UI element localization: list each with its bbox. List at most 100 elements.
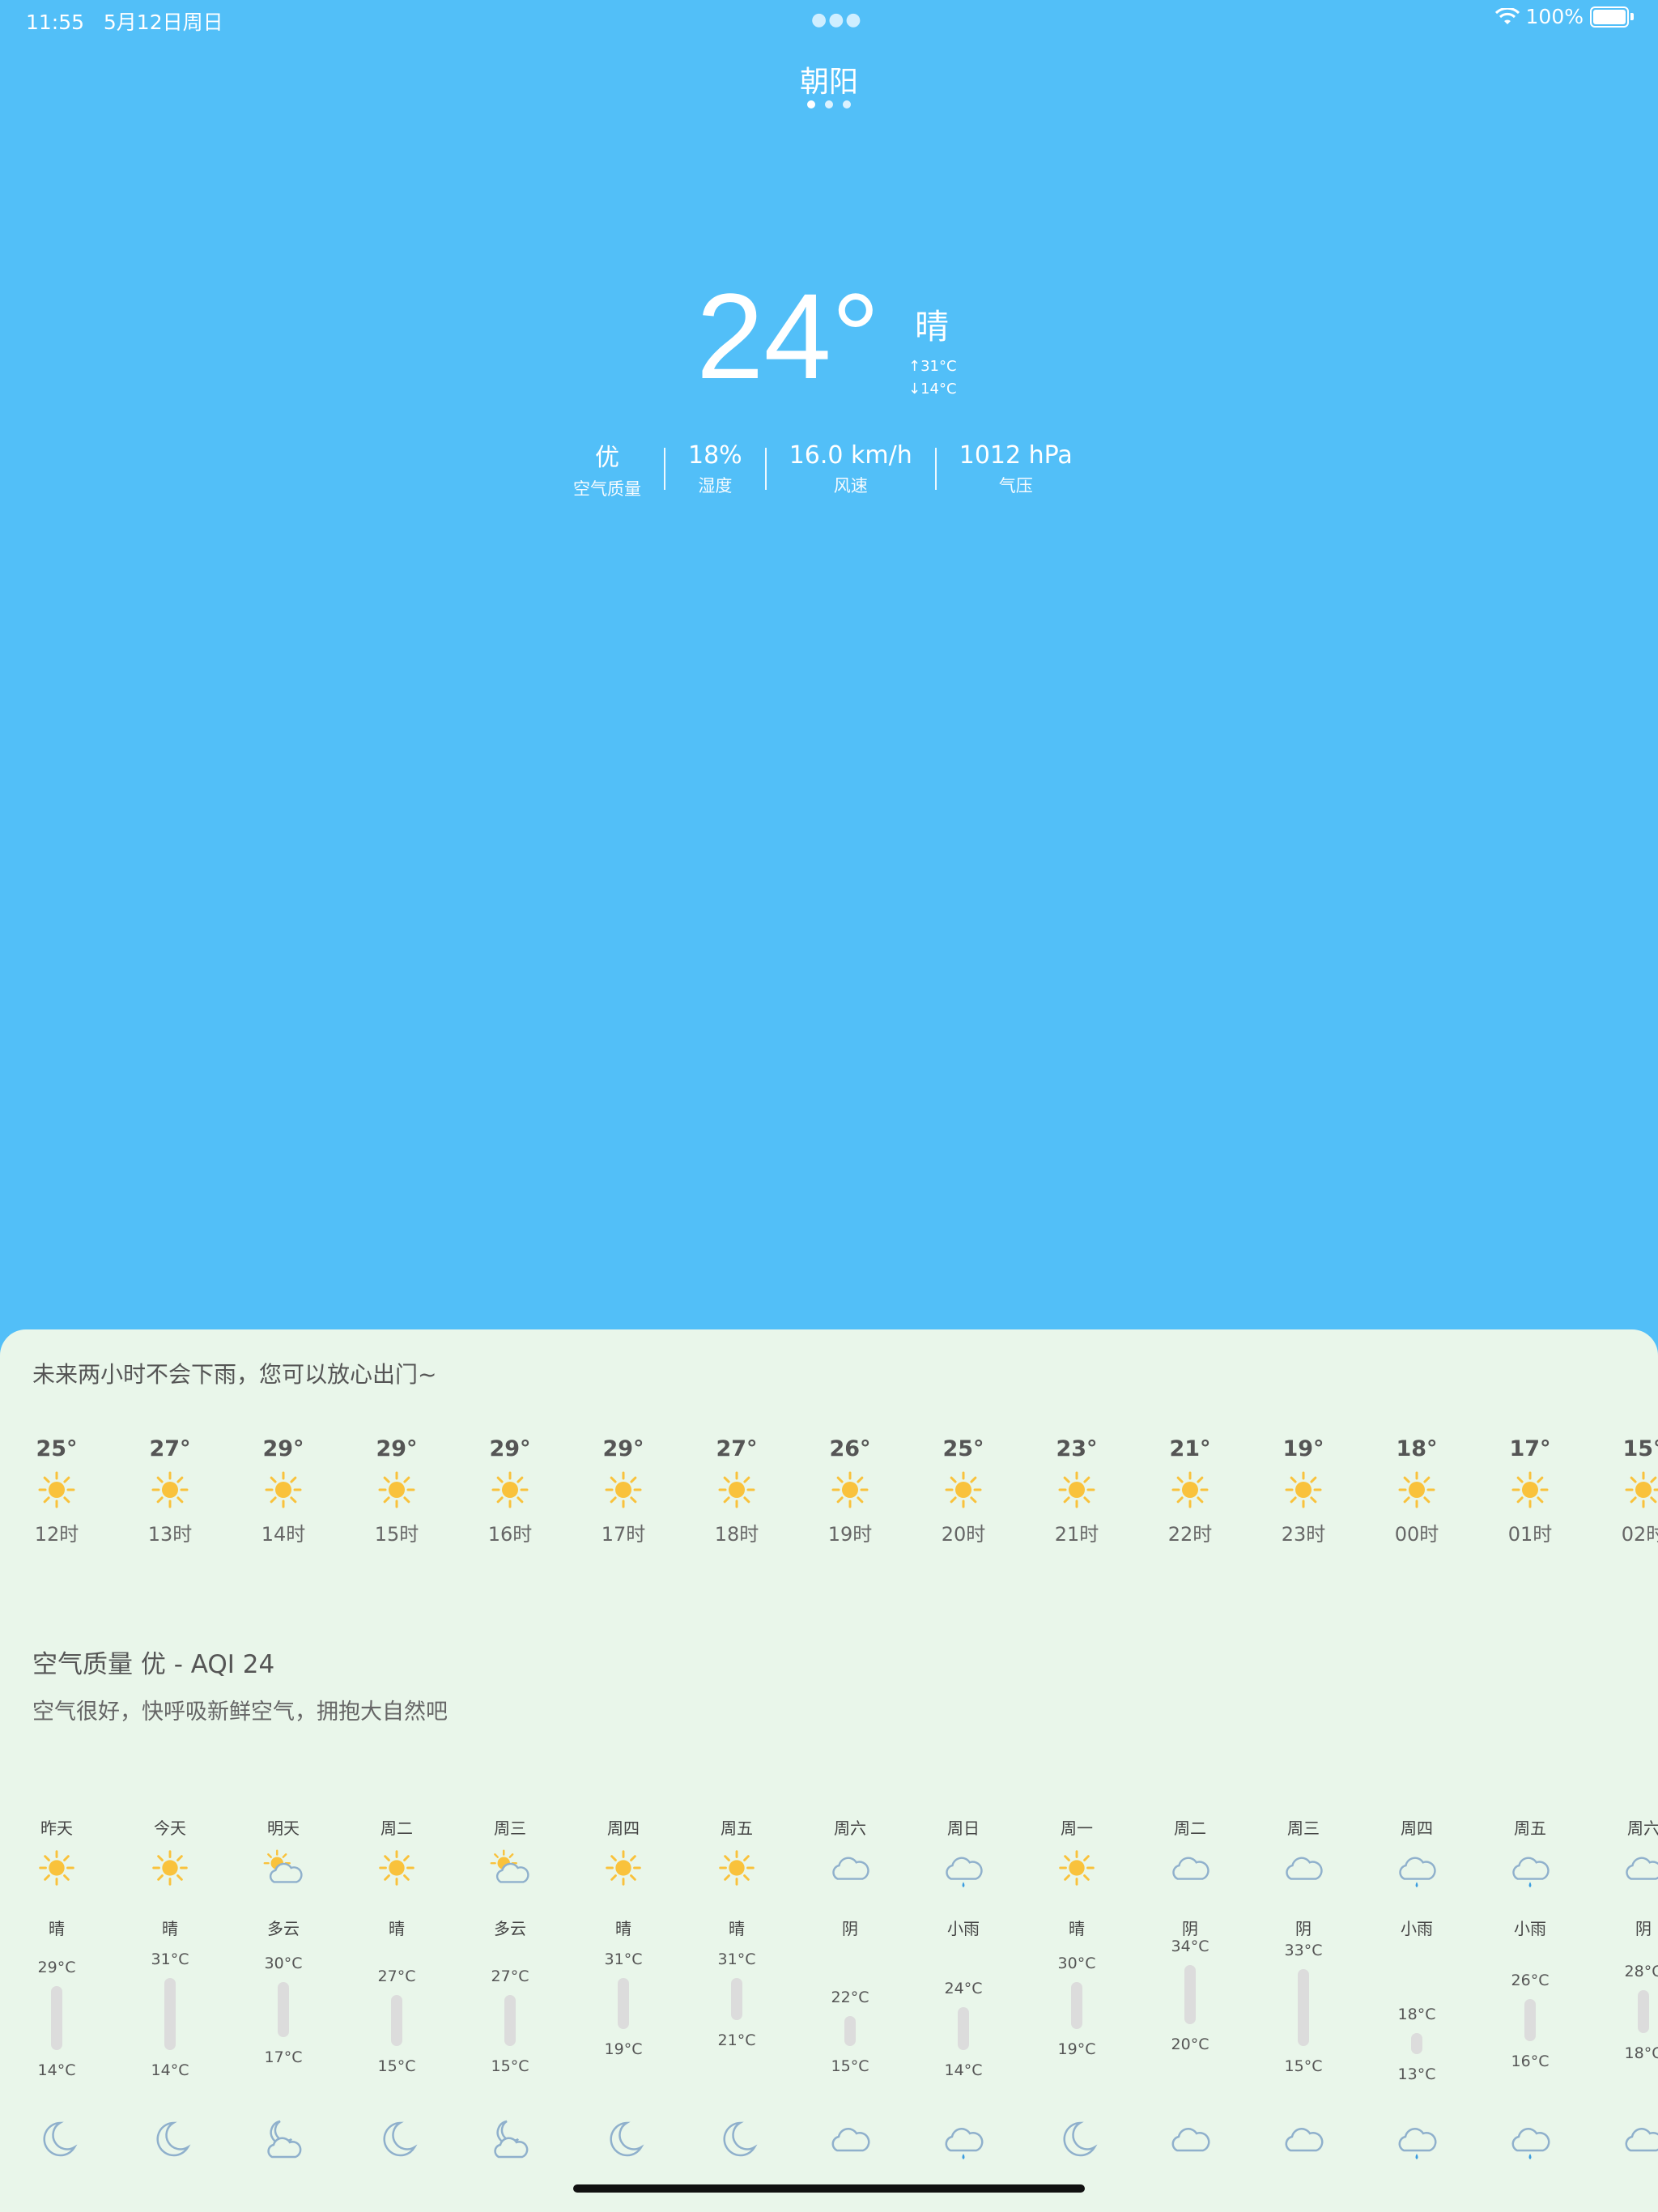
- day-name: 周日: [947, 1819, 980, 1838]
- divider: [934, 448, 937, 490]
- day-low: 19°C: [1057, 2040, 1096, 2058]
- moon-icon: [1036, 2115, 1117, 2163]
- day-condition: 多云: [267, 1919, 300, 1938]
- hourly-forecast[interactable]: 25° 12时 27° 13时 29° 14时 29° 15时 29° 16时 29° 1…: [0, 1436, 1658, 1566]
- moon-icon: [583, 2115, 664, 2163]
- sun-icon: [810, 1461, 891, 1518]
- page-dot[interactable]: [825, 100, 833, 108]
- sun-icon: [356, 1461, 437, 1518]
- page-dot[interactable]: [843, 100, 851, 108]
- daily-item: 周五 小雨 26°C 16°C: [1490, 1815, 1571, 2196]
- metric-humidity: 18% 湿度: [688, 440, 742, 496]
- day-high: 31°C: [604, 1950, 643, 1968]
- hourly-item: 17° 01时: [1490, 1436, 1571, 1546]
- hourly-item: 21° 22时: [1150, 1436, 1231, 1546]
- hourly-temp: 29°: [489, 1436, 531, 1461]
- city-title[interactable]: 朝阳: [0, 58, 1658, 100]
- page-dot[interactable]: [807, 100, 815, 108]
- sun-icon: [1603, 1461, 1658, 1518]
- sun-icon: [1376, 1461, 1457, 1518]
- daily-item: 昨天 晴 29°C 14°C: [16, 1815, 97, 2196]
- daily-item: 周四 晴 31°C 19°C: [583, 1815, 664, 2196]
- today-low: ↓14°C: [908, 381, 957, 398]
- day-low: 19°C: [604, 2040, 643, 2058]
- sun-icon: [16, 1844, 97, 1886]
- hourly-temp: 23°: [1056, 1436, 1098, 1461]
- day-low: 14°C: [37, 2061, 76, 2079]
- day-low: 15°C: [377, 2057, 416, 2075]
- forecast-panel[interactable]: 未来两小时不会下雨，您可以放心出门~ 25° 12时 27° 13时 29° 14时…: [0, 1329, 1658, 2212]
- hourly-item: 27° 18时: [696, 1436, 777, 1546]
- divider: [764, 448, 767, 490]
- cloud-icon: [1603, 2115, 1658, 2163]
- hourly-time: 17时: [601, 1523, 646, 1546]
- day-high: 27°C: [377, 1967, 416, 1985]
- hourly-time: 16时: [487, 1523, 533, 1546]
- hourly-time: 14时: [261, 1523, 306, 1546]
- day-low: 14°C: [944, 2061, 983, 2079]
- hourly-temp: 18°: [1396, 1436, 1438, 1461]
- day-condition: 小雨: [1401, 1919, 1433, 1938]
- temp-range-bar: [1524, 1998, 1536, 2042]
- day-low: 15°C: [831, 2057, 869, 2075]
- cloud-icon: [1603, 1844, 1658, 1885]
- moon-cloud-icon: [243, 2115, 324, 2163]
- temp-range-bar: [164, 1977, 176, 2050]
- moon-icon: [130, 2115, 210, 2163]
- rain-cloud-icon: [923, 1844, 1004, 1888]
- hourly-time: 18时: [714, 1523, 759, 1546]
- day-low: 21°C: [717, 2031, 756, 2050]
- rain-cloud-icon: [1376, 2115, 1457, 2163]
- hourly-temp: 27°: [716, 1436, 758, 1461]
- moon-cloud-icon: [470, 2115, 551, 2163]
- hourly-time: 02时: [1621, 1523, 1658, 1546]
- day-name: 周五: [721, 1819, 753, 1838]
- battery-percent: 100%: [1525, 5, 1584, 28]
- day-name: 周一: [1061, 1819, 1093, 1838]
- multitask-dots-icon[interactable]: ●●●: [811, 10, 863, 30]
- day-high: 31°C: [151, 1950, 189, 1968]
- partly-cloudy-icon: [243, 1844, 324, 1885]
- day-name: 周二: [1174, 1819, 1206, 1838]
- day-condition: 晴: [729, 1919, 745, 1938]
- daily-item: 周二 晴 27°C 15°C: [356, 1815, 437, 2196]
- cloud-icon: [1263, 1844, 1344, 1885]
- hourly-temp: 17°: [1509, 1436, 1551, 1461]
- day-name: 明天: [267, 1819, 300, 1838]
- home-indicator[interactable]: [573, 2184, 1085, 2193]
- moon-icon: [356, 2115, 437, 2163]
- metric-air-quality: 优空气质量: [573, 444, 641, 499]
- hourly-item: 29° 14时: [243, 1436, 324, 1546]
- sun-icon: [923, 1461, 1004, 1518]
- sun-icon: [1036, 1461, 1117, 1518]
- metrics-row: 优空气质量 18% 湿度 16.0 km/h 风速 1012 hPa 气压: [551, 437, 1095, 500]
- hourly-temp: 15°: [1622, 1436, 1658, 1461]
- daily-item: 周三 阴 33°C 15°C: [1263, 1815, 1344, 2196]
- day-condition: 晴: [615, 1919, 631, 1938]
- battery-icon: [1590, 6, 1629, 28]
- day-name: 周四: [1401, 1819, 1433, 1838]
- hourly-item: 26° 19时: [810, 1436, 891, 1546]
- sun-icon: [130, 1844, 210, 1886]
- daily-item: 周日 小雨 24°C 14°C: [923, 1815, 1004, 2196]
- moon-icon: [16, 2115, 97, 2163]
- daily-item: 周一 晴 30°C 19°C: [1036, 1815, 1117, 2196]
- temp-range-bar: [391, 1994, 402, 2046]
- day-high: 34°C: [1171, 1938, 1209, 1955]
- rain-cloud-icon: [1376, 1844, 1457, 1888]
- day-high: 30°C: [264, 1954, 303, 1972]
- page-indicator[interactable]: [0, 100, 1658, 108]
- daily-item: 周三 多云 27°C 15°C: [470, 1815, 551, 2196]
- partly-cloudy-icon: [470, 1844, 551, 1885]
- day-low: 15°C: [491, 2057, 529, 2075]
- hourly-item: 27° 13时: [130, 1436, 210, 1546]
- daily-item: 今天 晴 31°C 14°C: [130, 1815, 210, 2196]
- rain-cloud-icon: [1490, 1844, 1571, 1888]
- sun-icon: [1263, 1461, 1344, 1518]
- hourly-temp: 29°: [376, 1436, 418, 1461]
- daily-forecast[interactable]: 昨天 晴 29°C 14°C 今天 晴 31°C 14°C 明天 多云 30°C…: [0, 1815, 1658, 2196]
- day-high: 26°C: [1511, 1971, 1550, 1989]
- current-temperature: 24°: [696, 268, 880, 404]
- day-condition: 晴: [389, 1919, 405, 1938]
- metric-pressure: 1012 hPa 气压: [959, 440, 1073, 496]
